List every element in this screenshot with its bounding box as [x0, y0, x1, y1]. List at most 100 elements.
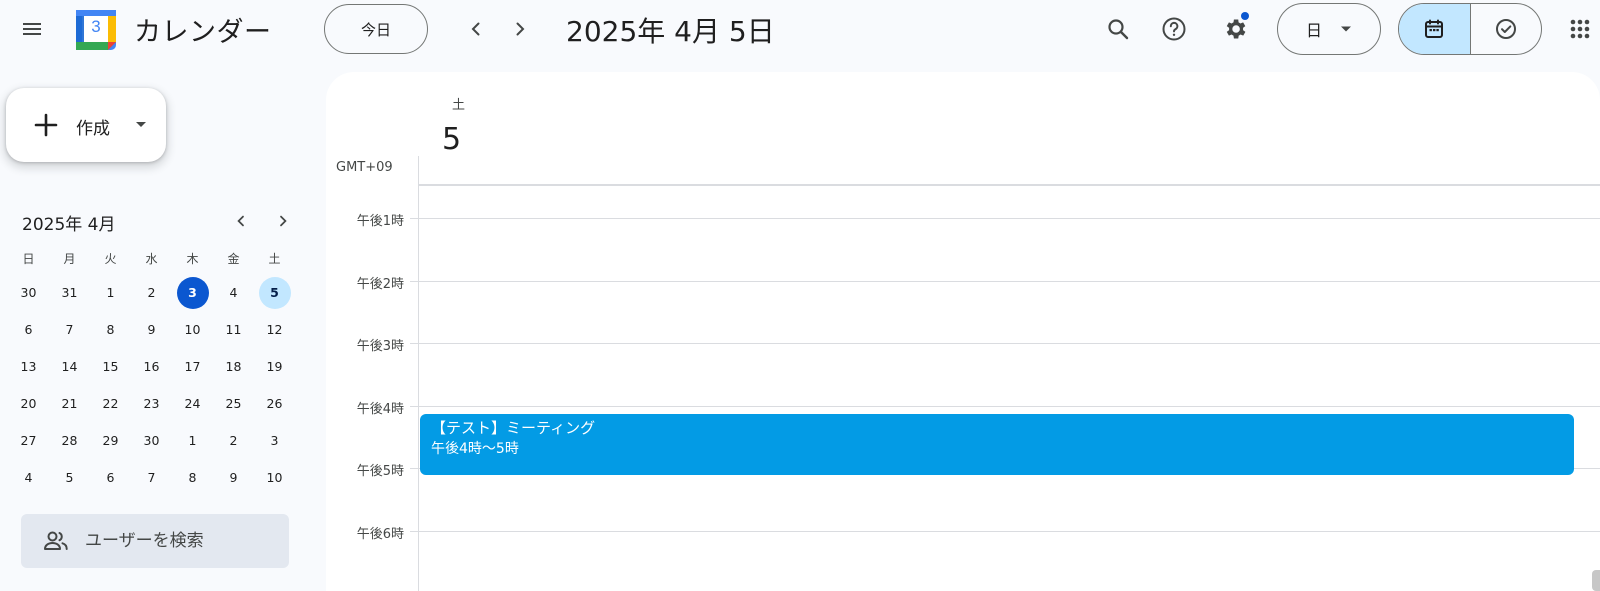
- day-number: 28: [61, 433, 78, 448]
- plus-icon: [34, 113, 58, 137]
- mini-calendar-day[interactable]: 29: [90, 425, 131, 457]
- mini-calendar: 2025年 4月 日月火水木金土 30 31 1 2 3 4 5 6 7 8 9 10 11 12 13 14 1…: [8, 206, 298, 485]
- weekday-label: 月: [63, 251, 76, 266]
- day-number: 7: [65, 322, 74, 337]
- mini-calendar-day[interactable]: 6: [8, 314, 49, 346]
- mini-calendar-day[interactable]: 5: [254, 276, 295, 309]
- google-apps-button[interactable]: [1560, 9, 1600, 49]
- apps-grid-icon: [1570, 19, 1590, 39]
- mini-calendar-day[interactable]: 14: [49, 351, 90, 383]
- mini-calendar-day[interactable]: 10: [254, 462, 295, 494]
- hour-tick: [410, 280, 418, 282]
- hour-tick: [410, 343, 418, 345]
- calendar-logo-icon[interactable]: 3: [74, 8, 118, 52]
- day-number: 1: [188, 433, 197, 448]
- mini-calendar-day[interactable]: 30: [8, 277, 49, 309]
- mini-calendar-day[interactable]: 7: [131, 462, 172, 494]
- mini-calendar-next-button[interactable]: [268, 206, 298, 236]
- mini-calendar-day[interactable]: 25: [213, 388, 254, 420]
- day-number: 14: [61, 359, 78, 374]
- mini-calendar-day[interactable]: 19: [254, 351, 295, 383]
- mini-calendar-day[interactable]: 5: [49, 462, 90, 494]
- mini-calendar-day[interactable]: 4: [8, 462, 49, 494]
- mini-calendar-week: 20 21 22 23 24 25 26: [8, 385, 298, 422]
- mini-calendar-day[interactable]: 8: [172, 462, 213, 494]
- day-number-button[interactable]: 5: [442, 122, 482, 157]
- hour-tick: [410, 468, 418, 470]
- app-title: カレンダー: [134, 17, 272, 48]
- day-number: 16: [143, 359, 160, 374]
- mini-calendar-day[interactable]: 3: [172, 276, 213, 309]
- mini-calendar-day[interactable]: 30: [131, 425, 172, 457]
- mini-calendar-day[interactable]: 1: [90, 277, 131, 309]
- day-number: 1: [106, 285, 115, 300]
- day-number: 10: [266, 470, 283, 485]
- mini-calendar-day[interactable]: 9: [131, 314, 172, 346]
- day-number: 3: [176, 276, 209, 309]
- day-number: 24: [184, 396, 201, 411]
- mini-calendar-day[interactable]: 21: [49, 388, 90, 420]
- mini-calendar-day[interactable]: 8: [90, 314, 131, 346]
- mini-calendar-day[interactable]: 15: [90, 351, 131, 383]
- help-button[interactable]: [1154, 9, 1194, 49]
- previous-period-button[interactable]: [456, 9, 496, 49]
- mini-calendar-day[interactable]: 24: [172, 388, 213, 420]
- mini-calendar-day[interactable]: 20: [8, 388, 49, 420]
- user-search-input[interactable]: [85, 514, 285, 568]
- day-number: 12: [266, 322, 283, 337]
- mini-calendar-day[interactable]: 4: [213, 277, 254, 309]
- day-number: 27: [20, 433, 37, 448]
- task-check-icon: [1495, 19, 1516, 39]
- day-of-week-label: 土: [452, 98, 466, 113]
- search-button[interactable]: [1098, 9, 1138, 49]
- hour-gridline: [418, 531, 1600, 532]
- mini-calendar-day[interactable]: 3: [254, 425, 295, 457]
- mini-calendar-day[interactable]: 7: [49, 314, 90, 346]
- day-number: 31: [61, 285, 78, 300]
- mini-calendar-day[interactable]: 9: [213, 462, 254, 494]
- day-number: 6: [106, 470, 115, 485]
- mini-calendar-day[interactable]: 6: [90, 462, 131, 494]
- header-divider: [418, 184, 1600, 186]
- mini-calendar-day[interactable]: 27: [8, 425, 49, 457]
- mini-calendar-day[interactable]: 13: [8, 351, 49, 383]
- mini-calendar-weekday-row: 日月火水木金土: [8, 242, 298, 274]
- mini-calendar-day[interactable]: 2: [213, 425, 254, 457]
- day-number: 11: [225, 322, 242, 337]
- create-button[interactable]: 作成: [6, 88, 166, 162]
- next-period-button[interactable]: [500, 9, 540, 49]
- today-button[interactable]: 今日: [324, 4, 428, 54]
- mini-calendar-day[interactable]: 12: [254, 314, 295, 346]
- tasks-mode-button[interactable]: [1471, 4, 1542, 54]
- main-menu-button[interactable]: [12, 9, 52, 49]
- mini-calendar-day[interactable]: 1: [172, 425, 213, 457]
- mini-calendar-day[interactable]: 16: [131, 351, 172, 383]
- weekday-label: 火: [104, 251, 117, 266]
- settings-button[interactable]: [1215, 9, 1255, 49]
- day-number: 23: [143, 396, 160, 411]
- mini-calendar-day[interactable]: 26: [254, 388, 295, 420]
- hour-row: 午後1時: [326, 214, 1600, 229]
- hour-row: 午後2時: [326, 277, 1600, 292]
- weekday-label: 日: [22, 251, 35, 266]
- user-search-box[interactable]: [21, 514, 289, 568]
- mini-calendar-day[interactable]: 2: [131, 277, 172, 309]
- mini-calendar-day[interactable]: 28: [49, 425, 90, 457]
- mini-calendar-day[interactable]: 18: [213, 351, 254, 383]
- day-number: 29: [102, 433, 119, 448]
- event-chip[interactable]: 【テスト】ミーティング 午後4時～5時: [420, 414, 1574, 475]
- day-number: 30: [20, 285, 37, 300]
- mini-calendar-prev-button[interactable]: [226, 206, 256, 236]
- mini-calendar-day[interactable]: 23: [131, 388, 172, 420]
- mini-calendar-day[interactable]: 10: [172, 314, 213, 346]
- mini-calendar-day[interactable]: 17: [172, 351, 213, 383]
- mini-calendar-day[interactable]: 11: [213, 314, 254, 346]
- view-selector[interactable]: 日: [1277, 3, 1381, 55]
- hour-gridline: [418, 218, 1600, 219]
- mini-calendar-day[interactable]: 22: [90, 388, 131, 420]
- mini-calendar-day[interactable]: 31: [49, 277, 90, 309]
- people-icon: [44, 531, 68, 550]
- caret-down-icon[interactable]: [136, 122, 146, 127]
- calendar-mode-button[interactable]: [1399, 4, 1471, 54]
- scrollbar-thumb[interactable]: [1592, 570, 1600, 591]
